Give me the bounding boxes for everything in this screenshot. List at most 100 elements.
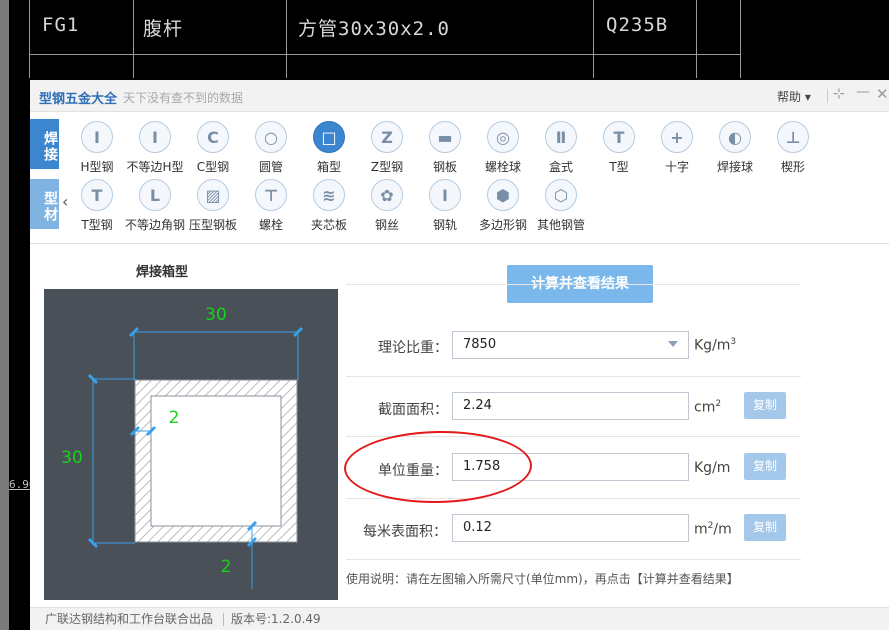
wall-thickness-bottom-value[interactable]: 2 <box>221 557 232 577</box>
tool-row1-12[interactable]: ⊥ 楔形 <box>763 121 823 175</box>
box-section-drawing: 30 30 2 2 <box>44 289 338 600</box>
tool-row1-6[interactable]: ▬ 钢板 <box>415 121 475 175</box>
tab-profiles[interactable]: 型材 <box>30 179 59 229</box>
profile-shape-icon: + <box>661 121 693 153</box>
tool-row1-10[interactable]: + 十字 <box>647 121 707 175</box>
tool-row2-7[interactable]: ⬢ 多边形钢 <box>473 179 533 233</box>
tool-row2-5[interactable]: ✿ 钢丝 <box>357 179 417 233</box>
profile-toolbar: 焊接 型材 ‹ I H型钢 I 不等边H型 C C型钢 ○ 圆管 □ 箱型 Z Z型钢 ▬ 钢板 ◎ 螺栓球 Ⅱ… <box>30 113 889 244</box>
density-unit-text: Kg/m <box>694 337 731 354</box>
app-title: 型钢五金大全 <box>39 92 118 107</box>
tool-label: 焊接球 <box>716 160 753 174</box>
tool-label: C型钢 <box>196 160 230 174</box>
cad-grid-line <box>696 0 697 78</box>
profile-shape-icon: ⬡ <box>545 179 577 211</box>
surface-unit-post: /m <box>713 521 732 538</box>
tool-row1-3[interactable]: ○ 圆管 <box>241 121 301 175</box>
tool-row2-4[interactable]: ≋ 夹芯板 <box>299 179 359 233</box>
tool-label: 不等边角钢 <box>125 218 186 232</box>
tool-label: 其他钢管 <box>536 218 585 232</box>
surface-area-label: 每米表面积： <box>363 524 447 540</box>
profile-shape-icon: ⬢ <box>487 179 519 211</box>
surface-unit-pre: m <box>694 521 708 538</box>
tool-label: 压型钢板 <box>188 218 237 232</box>
tool-row1-5[interactable]: Z Z型钢 <box>357 121 417 175</box>
tool-label: 螺栓球 <box>484 160 521 174</box>
tool-row2-3[interactable]: ⊤ 螺栓 <box>241 179 301 233</box>
minimize-icon[interactable]: — <box>856 84 870 100</box>
tool-row1-8[interactable]: Ⅱ 盒式 <box>531 121 591 175</box>
chevron-down-icon[interactable] <box>668 341 678 347</box>
profile-shape-icon: T <box>81 179 113 211</box>
help-menu[interactable]: 帮助 ▾ <box>777 88 811 105</box>
cad-cell-name: 腹杆 <box>143 18 184 40</box>
tool-row1-2[interactable]: C C型钢 <box>183 121 243 175</box>
profile-shape-icon: I <box>139 121 171 153</box>
profile-shape-icon: ◐ <box>719 121 751 153</box>
tool-label: 盒式 <box>548 160 573 174</box>
pin-icon[interactable]: ⊹ <box>833 86 845 102</box>
profile-shape-icon: ▬ <box>429 121 461 153</box>
close-icon[interactable]: ✕ <box>876 85 889 103</box>
divider <box>346 284 801 285</box>
area-unit-sup: 2 <box>715 399 722 409</box>
tool-label: 钢丝 <box>374 218 399 232</box>
profile-shape-icon: □ <box>313 121 345 153</box>
steel-calculator-window: 型钢五金大全 天下没有查不到的数据 帮助 ▾ ⊹ — ✕ 焊接 型材 ‹ I H型… <box>30 80 889 630</box>
tool-label: Z型钢 <box>370 160 404 174</box>
profile-shape-icon: ⊤ <box>255 179 287 211</box>
tool-row2-0[interactable]: T T型钢 <box>67 179 127 233</box>
copy-weight-button[interactable]: 复制 <box>744 453 786 480</box>
tool-row2-8[interactable]: ⬡ 其他钢管 <box>531 179 591 233</box>
cad-grid-line <box>740 0 741 78</box>
divider <box>346 559 801 560</box>
tool-row1-11[interactable]: ◐ 焊接球 <box>705 121 765 175</box>
tool-label: 钢板 <box>432 160 457 174</box>
tool-row1-1[interactable]: I 不等边H型 <box>125 121 185 175</box>
density-select[interactable]: 7850 <box>452 331 689 359</box>
footer-version: 版本号:1.2.0.49 <box>231 612 321 626</box>
tool-row2-6[interactable]: I 钢轨 <box>415 179 475 233</box>
tool-label: 钢轨 <box>432 218 457 232</box>
cad-cell-material: Q235B <box>606 14 669 36</box>
height-dimension-value[interactable]: 30 <box>61 448 83 468</box>
tool-row1-9[interactable]: T T型 <box>589 121 649 175</box>
tab-welded[interactable]: 焊接 <box>30 119 59 169</box>
status-footer: 广联达钢结构和工作台联合出品 版本号:1.2.0.49 <box>30 607 889 630</box>
section-title: 焊接箱型 <box>136 265 189 280</box>
tool-row2-1[interactable]: L 不等边角钢 <box>125 179 185 233</box>
tool-label: 楔形 <box>780 160 805 174</box>
tool-label: 多边形钢 <box>478 218 527 232</box>
tool-label: 十字 <box>664 160 689 174</box>
copy-area-button[interactable]: 复制 <box>744 392 786 419</box>
cad-cell-id: FG1 <box>42 14 80 36</box>
profile-shape-icon: Z <box>371 121 403 153</box>
area-label: 截面面积： <box>378 402 448 418</box>
profile-shape-icon: Ⅱ <box>545 121 577 153</box>
profile-shape-icon: ✿ <box>371 179 403 211</box>
area-unit: cm2 <box>694 399 721 416</box>
profile-shape-icon: ▨ <box>197 179 229 211</box>
tool-row1-7[interactable]: ◎ 螺栓球 <box>473 121 533 175</box>
footer-credit: 广联达钢结构和工作台联合出品 <box>45 612 214 626</box>
width-dimension-value[interactable]: 30 <box>205 305 227 325</box>
cad-grid-line <box>133 0 134 78</box>
title-bar: 型钢五金大全 天下没有查不到的数据 帮助 ▾ ⊹ — ✕ <box>30 80 889 112</box>
tool-label: T型钢 <box>81 218 113 232</box>
title-separator <box>827 89 828 103</box>
tool-label: 螺栓 <box>258 218 283 232</box>
tool-row2-2[interactable]: ▨ 压型钢板 <box>183 179 243 233</box>
tool-row1-4[interactable]: □ 箱型 <box>299 121 359 175</box>
surface-area-field[interactable]: 0.12 <box>452 514 689 542</box>
cad-left-strip <box>0 0 9 630</box>
copy-surface-button[interactable]: 复制 <box>744 514 786 541</box>
tool-row1-0[interactable]: I H型钢 <box>67 121 127 175</box>
unit-weight-unit: Kg/m <box>694 460 731 476</box>
wall-thickness-left-value[interactable]: 2 <box>169 408 180 428</box>
usage-instructions: 使用说明：请在左图输入所需尺寸(单位mm)，再点击【计算并查看结果】 <box>346 572 739 586</box>
area-field[interactable]: 2.24 <box>452 392 689 420</box>
profile-shape-icon: L <box>139 179 171 211</box>
footer-separator <box>223 613 224 626</box>
tool-label: 圆管 <box>258 160 283 174</box>
tool-label: T型 <box>609 160 629 174</box>
